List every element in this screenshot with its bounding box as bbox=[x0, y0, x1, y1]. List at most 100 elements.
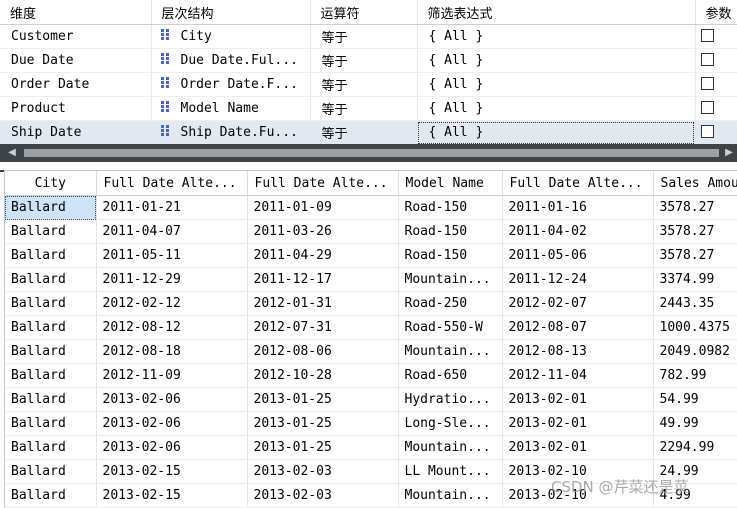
filter-expression-cell[interactable]: { All } bbox=[417, 72, 696, 97]
model-name-cell[interactable]: Mountain... bbox=[398, 483, 503, 508]
city-cell[interactable]: Ballard bbox=[5, 411, 97, 436]
order-date-cell[interactable]: 2012-08-12 bbox=[96, 315, 248, 340]
horizontal-scrollbar[interactable]: ◀ ▶ bbox=[4, 144, 737, 162]
order-date-cell[interactable]: 2013-02-06 bbox=[96, 387, 248, 412]
table-row[interactable]: Ballard 2011-05-11 2011-04-29 Road-150 2011-… bbox=[5, 243, 737, 268]
scroll-left-icon[interactable]: ◀ bbox=[4, 144, 20, 162]
dimension-cell[interactable]: Product bbox=[0, 96, 152, 121]
city-cell[interactable]: Ballard bbox=[5, 387, 97, 412]
ship-date-cell[interactable]: 2013-02-01 bbox=[502, 435, 654, 460]
city-cell[interactable]: Ballard bbox=[5, 483, 97, 508]
sales-amount-cell[interactable]: 54.99 bbox=[653, 387, 737, 412]
full-date-alternate-key-1-column-header[interactable]: Full Date Alte... bbox=[96, 171, 248, 196]
city-cell[interactable]: Ballard bbox=[5, 195, 97, 220]
due-date-cell[interactable]: 2011-03-26 bbox=[247, 219, 399, 244]
table-row[interactable]: Ballard 2012-11-09 2012-10-28 Road-650 2012-… bbox=[5, 363, 737, 388]
scrollbar-thumb[interactable] bbox=[24, 149, 719, 157]
full-date-alternate-key-2-column-header[interactable]: Full Date Alte... bbox=[247, 171, 399, 196]
city-cell[interactable]: Ballard bbox=[5, 219, 97, 244]
ship-date-cell[interactable]: 2013-02-01 bbox=[502, 411, 654, 436]
order-date-cell[interactable]: 2011-04-07 bbox=[96, 219, 248, 244]
city-cell[interactable]: Ballard bbox=[5, 459, 97, 484]
sales-amount-cell[interactable]: 49.99 bbox=[653, 411, 737, 436]
city-column-header[interactable]: City bbox=[5, 171, 97, 196]
model-name-cell[interactable]: Road-250 bbox=[398, 291, 503, 316]
order-date-cell[interactable]: 2012-02-12 bbox=[96, 291, 248, 316]
model-name-cell[interactable]: Mountain... bbox=[398, 267, 503, 292]
ship-date-cell[interactable]: 2013-02-01 bbox=[502, 387, 654, 412]
hierarchy-cell[interactable]: Model Name bbox=[151, 96, 311, 121]
due-date-cell[interactable]: 2011-12-17 bbox=[247, 267, 399, 292]
sales-amount-cell[interactable]: 3578.27 bbox=[653, 195, 737, 220]
model-name-cell[interactable]: Long-Sle... bbox=[398, 411, 503, 436]
ship-date-cell[interactable]: 2011-12-24 bbox=[502, 267, 654, 292]
city-cell[interactable]: Ballard bbox=[5, 267, 97, 292]
order-date-cell[interactable]: 2012-08-18 bbox=[96, 339, 248, 364]
pane-splitter[interactable] bbox=[0, 162, 737, 170]
parameter-cell[interactable] bbox=[695, 120, 737, 144]
order-date-cell[interactable]: 2013-02-15 bbox=[96, 459, 248, 484]
ship-date-cell[interactable]: 2012-02-07 bbox=[502, 291, 654, 316]
dimension-cell[interactable]: Due Date bbox=[0, 48, 152, 73]
city-cell[interactable]: Ballard bbox=[5, 363, 97, 388]
filter-expression-cell[interactable]: { All } bbox=[417, 24, 696, 49]
operator-cell[interactable]: 等于 bbox=[310, 24, 418, 49]
model-name-cell[interactable]: Road-150 bbox=[398, 195, 503, 220]
sales-amount-cell[interactable]: 2443.35 bbox=[653, 291, 737, 316]
table-row[interactable]: Ballard 2012-08-12 2012-07-31 Road-550-W 201… bbox=[5, 315, 737, 340]
filter-expression-cell[interactable]: { All } bbox=[417, 48, 696, 73]
dimension-cell[interactable]: Customer bbox=[0, 24, 152, 49]
operator-cell[interactable]: 等于 bbox=[310, 96, 418, 121]
parameter-cell[interactable] bbox=[695, 72, 737, 97]
due-date-cell[interactable]: 2012-01-31 bbox=[247, 291, 399, 316]
operator-cell[interactable]: 等于 bbox=[310, 72, 418, 97]
sales-amount-cell[interactable]: 1000.4375 bbox=[653, 315, 737, 340]
filter-expression-cell[interactable]: { All } bbox=[417, 120, 696, 144]
order-date-cell[interactable]: 2011-01-21 bbox=[96, 195, 248, 220]
order-date-cell[interactable]: 2013-02-15 bbox=[96, 483, 248, 508]
hierarchy-cell[interactable]: Ship Date.Fu... bbox=[151, 120, 311, 144]
ship-date-cell[interactable]: 2012-08-13 bbox=[502, 339, 654, 364]
filter-row[interactable]: Ship Date Ship Date.Fu... 等于 { All } bbox=[0, 120, 737, 144]
dimension-column-header[interactable]: 维度 bbox=[0, 0, 152, 25]
table-row[interactable]: Ballard 2013-02-06 2013-01-25 Long-Sle... 20… bbox=[5, 411, 737, 436]
order-date-cell[interactable]: 2011-05-11 bbox=[96, 243, 248, 268]
sales-amount-cell[interactable]: 3578.27 bbox=[653, 243, 737, 268]
operator-column-header[interactable]: 运算符 bbox=[310, 0, 418, 25]
table-row[interactable]: Ballard 2012-02-12 2012-01-31 Road-250 2012-… bbox=[5, 291, 737, 316]
parameter-checkbox[interactable] bbox=[700, 53, 714, 66]
model-name-cell[interactable]: Road-150 bbox=[398, 243, 503, 268]
table-row[interactable]: Ballard 2011-12-29 2011-12-17 Mountain... 20… bbox=[5, 267, 737, 292]
due-date-cell[interactable]: 2013-02-03 bbox=[247, 483, 399, 508]
order-date-cell[interactable]: 2013-02-06 bbox=[96, 411, 248, 436]
full-date-alternate-key-3-column-header[interactable]: Full Date Alte... bbox=[502, 171, 654, 196]
sales-amount-column-header[interactable]: Sales Amount bbox=[653, 171, 737, 196]
order-date-cell[interactable]: 2011-12-29 bbox=[96, 267, 248, 292]
parameter-cell[interactable] bbox=[695, 48, 737, 73]
sales-amount-cell[interactable]: 782.99 bbox=[653, 363, 737, 388]
model-name-cell[interactable]: LL Mount... bbox=[398, 459, 503, 484]
due-date-cell[interactable]: 2011-01-09 bbox=[247, 195, 399, 220]
ship-date-cell[interactable]: 2011-04-02 bbox=[502, 219, 654, 244]
due-date-cell[interactable]: 2012-07-31 bbox=[247, 315, 399, 340]
filter-row[interactable]: Order Date Order Date.F... 等于 { All } bbox=[0, 72, 737, 97]
due-date-cell[interactable]: 2013-01-25 bbox=[247, 387, 399, 412]
due-date-cell[interactable]: 2013-01-25 bbox=[247, 435, 399, 460]
table-row[interactable]: Ballard 2011-04-07 2011-03-26 Road-150 2011-… bbox=[5, 219, 737, 244]
dimension-cell[interactable]: Ship Date bbox=[0, 120, 152, 144]
parameter-checkbox[interactable] bbox=[700, 101, 714, 114]
filter-row[interactable]: Customer City 等于 { All } bbox=[0, 24, 737, 49]
parameter-column-header[interactable]: 参数 bbox=[695, 0, 737, 25]
city-cell[interactable]: Ballard bbox=[5, 243, 97, 268]
model-name-column-header[interactable]: Model Name bbox=[398, 171, 503, 196]
order-date-cell[interactable]: 2012-11-09 bbox=[96, 363, 248, 388]
city-cell[interactable]: Ballard bbox=[5, 435, 97, 460]
model-name-cell[interactable]: Mountain... bbox=[398, 339, 503, 364]
model-name-cell[interactable]: Road-150 bbox=[398, 219, 503, 244]
sales-amount-cell[interactable]: 3374.99 bbox=[653, 267, 737, 292]
model-name-cell[interactable]: Road-650 bbox=[398, 363, 503, 388]
model-name-cell[interactable]: Road-550-W bbox=[398, 315, 503, 340]
order-date-cell[interactable]: 2013-02-06 bbox=[96, 435, 248, 460]
ship-date-cell[interactable]: 2011-01-16 bbox=[502, 195, 654, 220]
due-date-cell[interactable]: 2013-02-03 bbox=[247, 459, 399, 484]
